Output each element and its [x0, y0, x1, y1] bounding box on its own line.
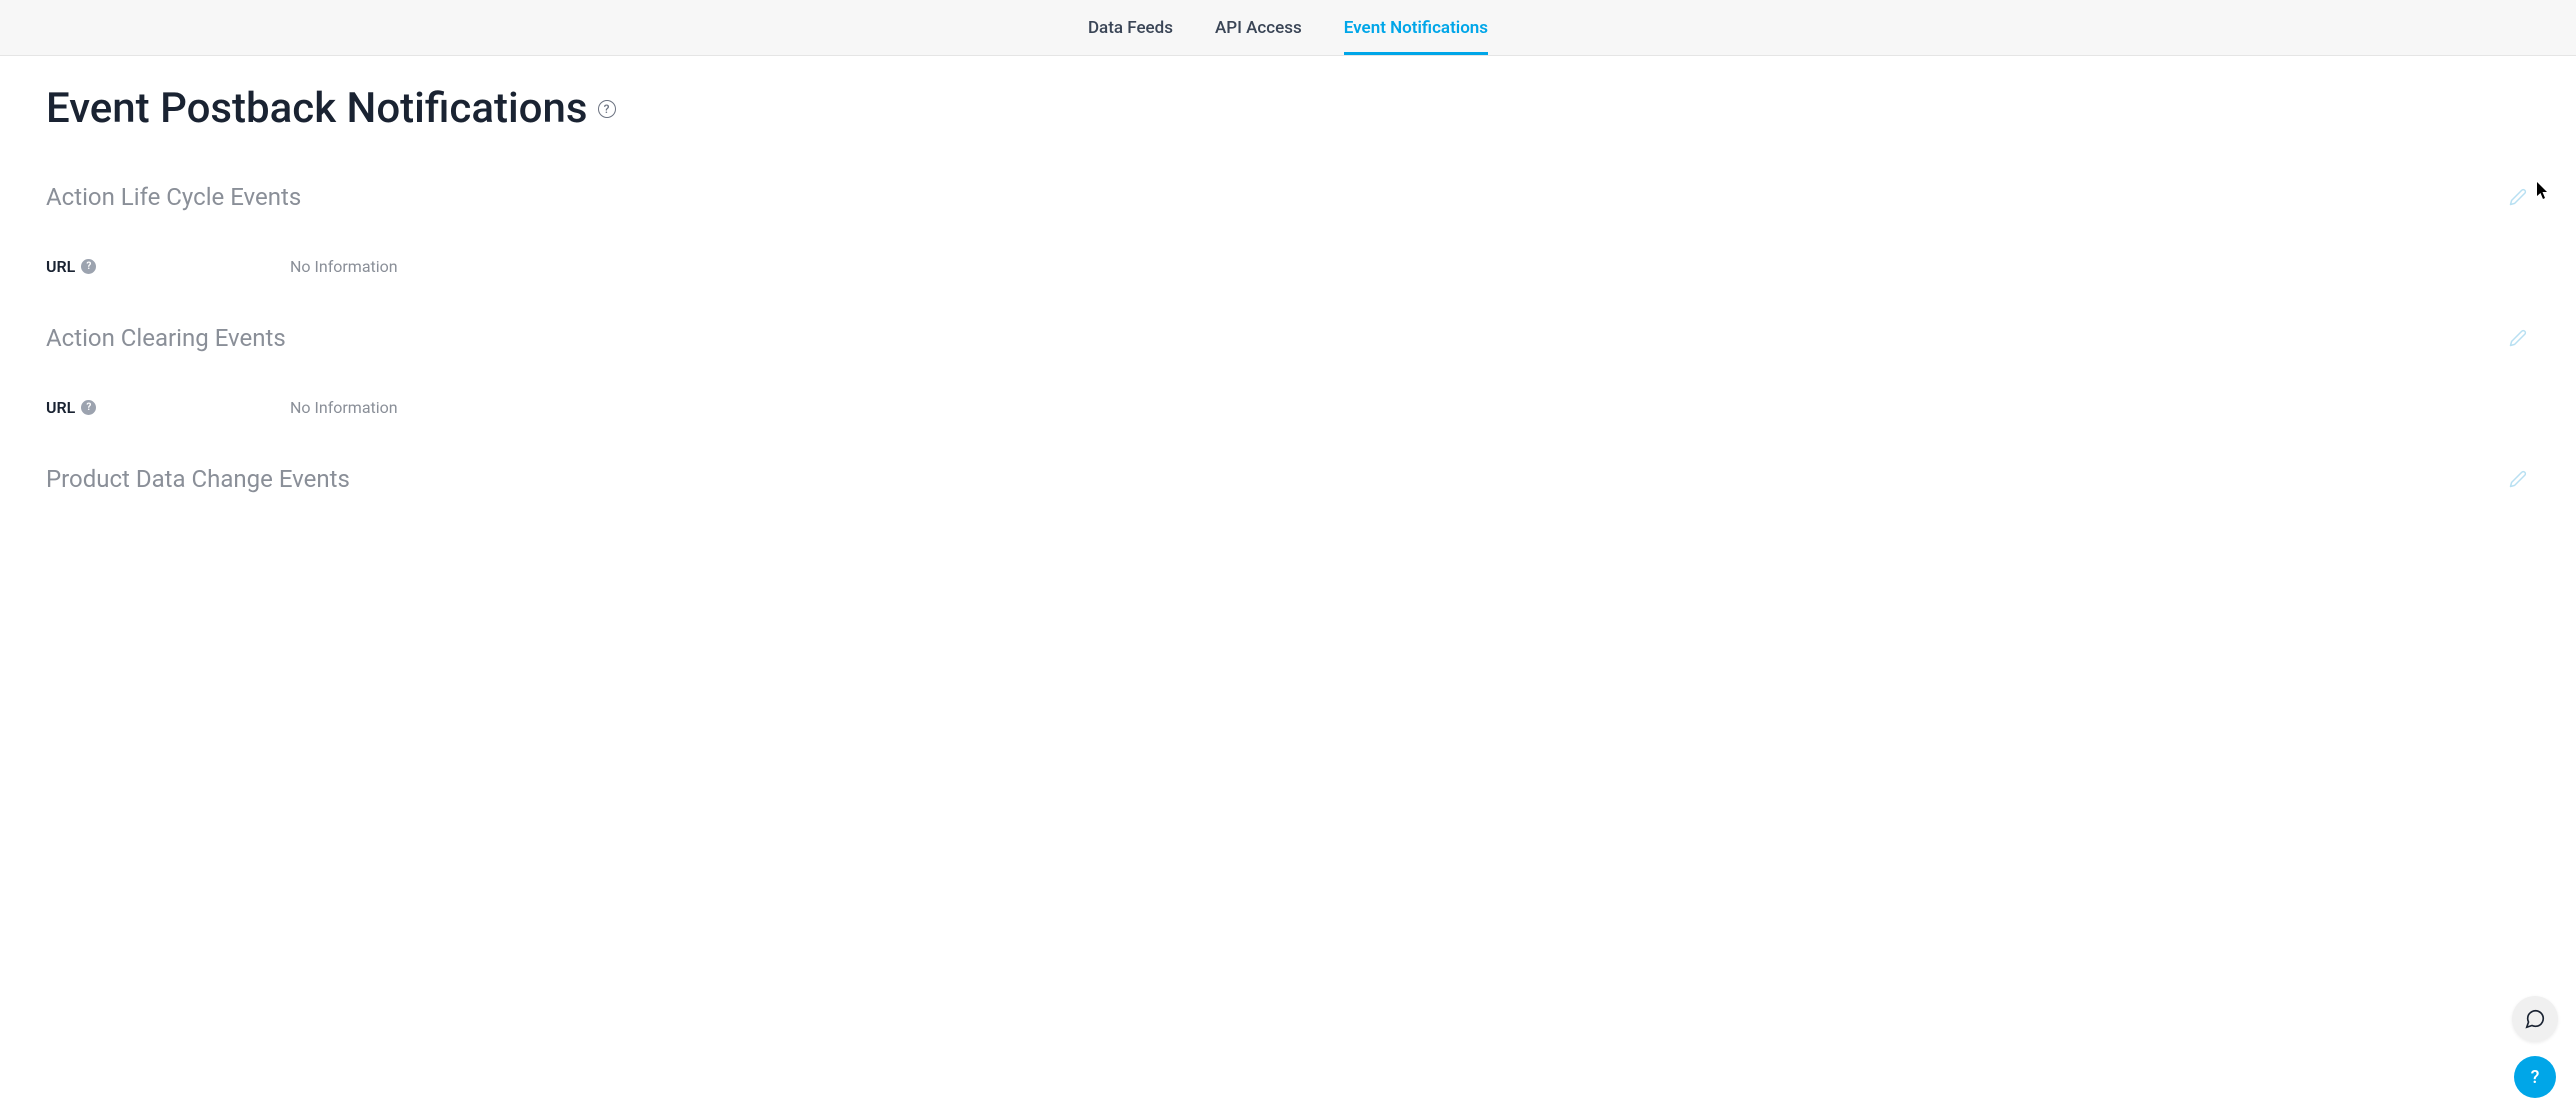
field-row: URL ? No Information: [46, 257, 2530, 276]
edit-button[interactable]: [2506, 326, 2530, 350]
edit-button[interactable]: [2506, 467, 2530, 491]
pencil-icon: [2509, 470, 2527, 488]
help-icon[interactable]: ?: [81, 400, 96, 415]
tab-api-access[interactable]: API Access: [1215, 2, 1302, 54]
tab-data-feeds[interactable]: Data Feeds: [1088, 2, 1173, 54]
section-product-data-change: Product Data Change Events: [46, 465, 2530, 493]
field-label: URL ?: [46, 257, 282, 276]
field-value: No Information: [290, 398, 398, 417]
section-action-life-cycle: Action Life Cycle Events URL ? No Inform…: [46, 183, 2530, 276]
page-title: Event Postback Notifications: [46, 84, 588, 133]
field-row: URL ? No Information: [46, 398, 2530, 417]
help-icon[interactable]: ?: [81, 259, 96, 274]
tab-bar: Data Feeds API Access Event Notification…: [0, 0, 2576, 56]
edit-button[interactable]: [2506, 185, 2530, 209]
tab-event-notifications[interactable]: Event Notifications: [1344, 2, 1488, 54]
section-action-clearing: Action Clearing Events URL ? No Informat…: [46, 324, 2530, 417]
section-header: Action Clearing Events: [46, 324, 2530, 352]
section-title: Action Clearing Events: [46, 324, 286, 352]
help-icon[interactable]: ?: [598, 100, 616, 118]
section-title: Product Data Change Events: [46, 465, 350, 493]
pencil-icon: [2509, 329, 2527, 347]
chat-icon: [2523, 1008, 2547, 1030]
page-title-row: Event Postback Notifications ?: [46, 84, 2530, 133]
floating-buttons: ?: [2512, 996, 2558, 1098]
chat-button[interactable]: [2512, 996, 2558, 1042]
help-button[interactable]: ?: [2514, 1056, 2556, 1098]
section-header: Action Life Cycle Events: [46, 183, 2530, 211]
field-value: No Information: [290, 257, 398, 276]
field-label: URL ?: [46, 398, 282, 417]
pencil-icon: [2509, 188, 2527, 206]
section-title: Action Life Cycle Events: [46, 183, 301, 211]
page-content: Event Postback Notifications ? Action Li…: [0, 56, 2576, 601]
section-header: Product Data Change Events: [46, 465, 2530, 493]
